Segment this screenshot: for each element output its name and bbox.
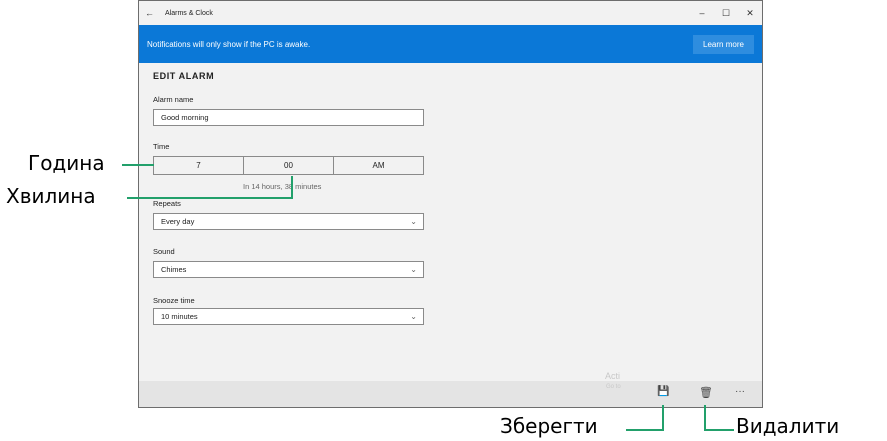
learn-more-button[interactable]: Learn more (693, 35, 754, 54)
save-callout-line-h (626, 429, 664, 431)
hour-callout-line (122, 164, 154, 166)
activation-watermark: Acti (605, 371, 621, 381)
minute-callout: Хвилина (6, 184, 96, 208)
save-icon[interactable]: 💾 (657, 386, 669, 397)
banner-message: Notifications will only show if the PC i… (147, 40, 311, 49)
command-bar: 💾 🗑 ··· (139, 381, 762, 407)
close-icon[interactable]: ✕ (738, 1, 762, 25)
am-pm-field[interactable]: AM (334, 157, 423, 174)
alarm-edit-window: ← Alarms & Clock – ☐ ✕ Notifications wil… (138, 0, 763, 408)
delete-callout-line-h (704, 429, 734, 431)
repeats-value: Every day (161, 217, 195, 226)
hour-callout: Година (28, 151, 105, 175)
activation-watermark-sub: Go to (606, 384, 621, 390)
minimize-icon[interactable]: – (690, 1, 714, 25)
snooze-value: 10 minutes (161, 312, 198, 321)
save-callout-line-v (662, 405, 664, 431)
minute-callout-line-h (127, 197, 293, 199)
notification-banner: Notifications will only show if the PC i… (139, 25, 762, 63)
back-arrow-icon[interactable]: ← (145, 8, 159, 18)
title-bar: ← Alarms & Clock – ☐ ✕ (139, 1, 762, 25)
alarm-name-label: Alarm name (153, 95, 194, 104)
minute-field[interactable]: 00 (244, 157, 334, 174)
chevron-down-icon: ⌄ (410, 312, 417, 321)
chevron-down-icon: ⌄ (410, 217, 417, 226)
time-picker[interactable]: 7 00 AM (153, 156, 424, 175)
maximize-icon[interactable]: ☐ (714, 1, 738, 25)
more-options-icon[interactable]: ··· (735, 386, 745, 397)
repeats-dropdown[interactable]: Every day ⌄ (153, 213, 424, 230)
repeats-label: Repeats (153, 199, 181, 208)
snooze-label: Snooze time (153, 296, 195, 305)
hour-field[interactable]: 7 (154, 157, 244, 174)
sound-value: Chimes (161, 265, 187, 274)
sound-dropdown[interactable]: Chimes ⌄ (153, 261, 424, 278)
time-remaining-hint: In 14 hours, 38 minutes (243, 182, 322, 191)
page-title: EDIT ALARM (153, 71, 215, 81)
minute-callout-line-v (291, 176, 293, 198)
time-label: Time (153, 142, 170, 151)
window-title: Alarms & Clock (165, 9, 213, 17)
save-callout: Зберегти (500, 414, 598, 438)
chevron-down-icon: ⌄ (410, 265, 417, 274)
alarm-name-input[interactable]: Good morning (153, 109, 424, 126)
delete-callout: Видалити (736, 414, 840, 438)
delete-callout-line-v (704, 405, 706, 431)
sound-label: Sound (153, 247, 175, 256)
snooze-dropdown[interactable]: 10 minutes ⌄ (153, 308, 424, 325)
window-controls: – ☐ ✕ (690, 1, 762, 25)
delete-icon[interactable]: 🗑 (699, 386, 713, 399)
